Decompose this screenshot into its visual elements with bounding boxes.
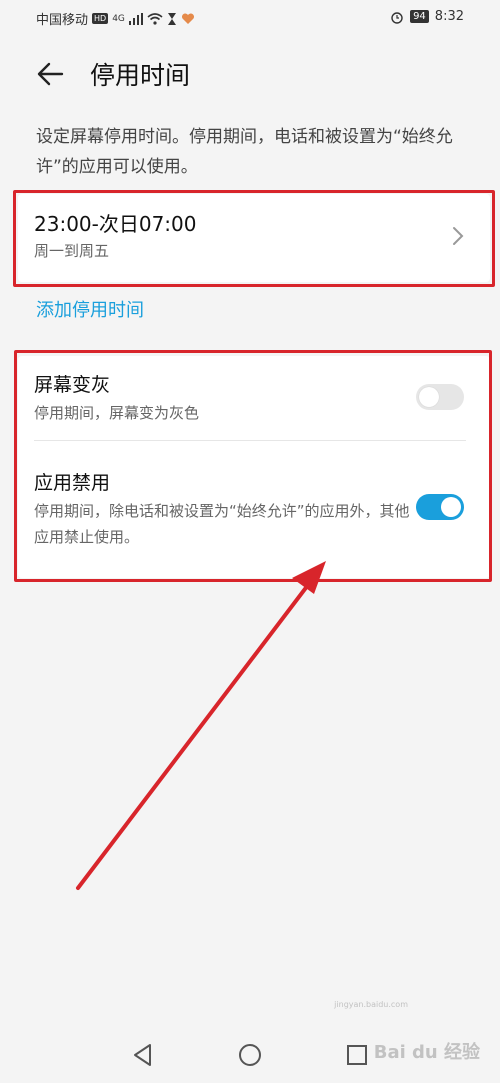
page-title: 停用时间 (90, 61, 191, 90)
nav-back-icon[interactable] (130, 1042, 156, 1068)
nav-home-icon[interactable] (237, 1042, 263, 1068)
add-downtime-link[interactable]: 添加停用时间 (36, 296, 144, 322)
setting-subtitle-grayscale: 停用期间，屏幕变为灰色 (34, 404, 200, 422)
schedule-item[interactable]: 23:00-次日07:00 周一到周五 (18, 194, 490, 282)
app-block-toggle[interactable] (416, 494, 464, 520)
navigation-bar: Bai du 经验 (0, 1028, 500, 1083)
grayscale-toggle[interactable] (416, 384, 464, 410)
header: 停用时间 (0, 48, 500, 100)
toggle-knob (441, 497, 461, 517)
hourglass-icon (167, 12, 176, 25)
chevron-right-icon (453, 227, 464, 245)
hd-badge: HD (92, 13, 109, 24)
watermark-url: jingyan.baidu.com (334, 1000, 408, 1009)
battery-level: 94 (410, 10, 429, 23)
toggle-knob (419, 387, 439, 407)
clock: 8:32 (434, 9, 464, 24)
health-heart-icon (181, 12, 194, 24)
alarm-icon (391, 11, 403, 24)
network-type: 4G (112, 13, 125, 24)
divider (34, 440, 466, 441)
status-right: 94 8:32 (390, 9, 464, 24)
watermark-logo: Bai du 经验 (373, 1042, 480, 1063)
signal-icon (128, 12, 143, 25)
arrow-left-icon[interactable] (36, 60, 64, 88)
schedule-time-range: 23:00-次日07:00 (34, 212, 197, 236)
setting-title-grayscale: 屏幕变灰 (34, 374, 111, 396)
wifi-icon (147, 12, 163, 25)
setting-subtitle-app-block: 停用期间，除电话和被设置为“始终允许”的应用外，其他应用禁止使用。 (34, 502, 410, 546)
settings-card: 屏幕变灰 停用期间，屏幕变为灰色 应用禁用 停用期间，除电话和被设置为“始终允许… (18, 356, 490, 578)
schedule-days: 周一到周五 (34, 242, 110, 260)
page-description: 设定屏幕停用时间。停用期间，电话和被设置为“始终允许”的应用可以使用。 (36, 127, 453, 177)
nav-recents-icon[interactable] (344, 1042, 370, 1068)
status-left: 中国移动 HD 4G (36, 9, 195, 28)
carrier-name: 中国移动 (36, 13, 89, 28)
status-bar: 中国移动 HD 4G 94 8:32 (0, 0, 500, 36)
setting-title-app-block: 应用禁用 (34, 472, 111, 494)
